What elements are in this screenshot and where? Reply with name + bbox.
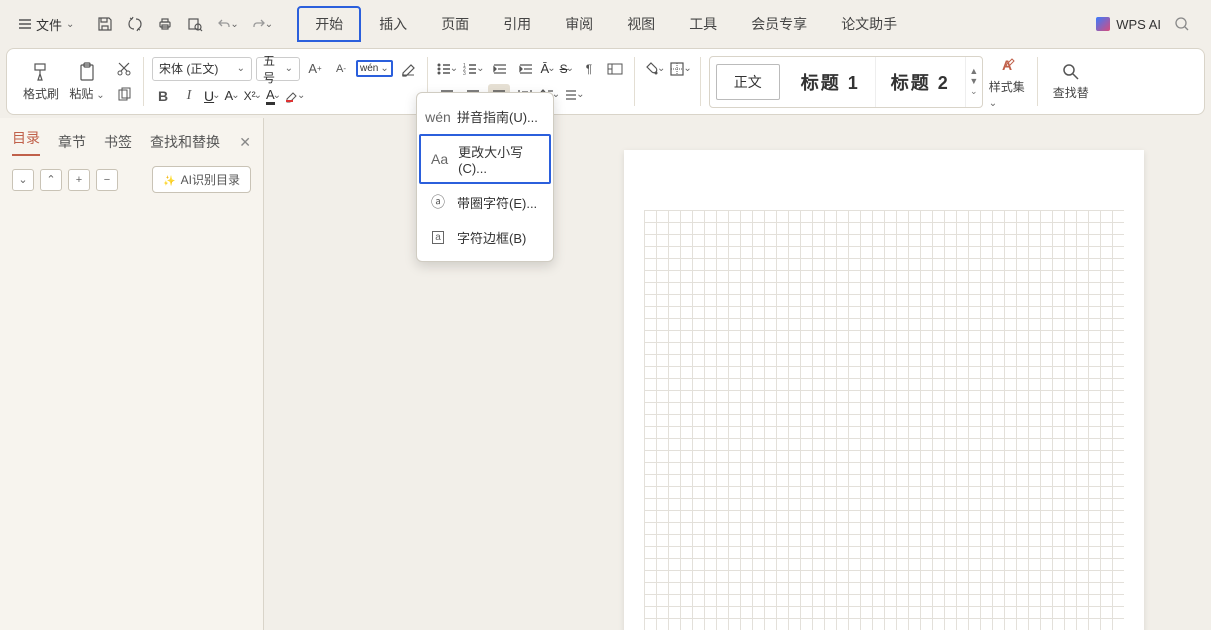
format-painter-icon — [31, 61, 51, 83]
paste-icon — [77, 61, 97, 83]
hamburger-icon — [18, 17, 32, 31]
wps-ai-button[interactable]: WPS AI — [1096, 17, 1161, 32]
sp-tab-find[interactable]: 查找和替换 — [150, 132, 220, 152]
increase-indent-icon[interactable] — [515, 58, 537, 80]
file-label: 文件 — [36, 15, 62, 34]
bullets-button[interactable]: ⌄ — [436, 62, 458, 76]
collapse-up-button[interactable]: ⌃ — [40, 169, 62, 191]
phonetic-guide-button[interactable]: wén ⌄ — [356, 60, 393, 77]
char-border-icon: a — [429, 231, 447, 244]
svg-text:✨: ✨ — [163, 175, 175, 187]
tab-home[interactable]: 开始 — [297, 6, 361, 42]
tab-reference[interactable]: 引用 — [487, 8, 547, 40]
tab-tools[interactable]: 工具 — [673, 8, 733, 40]
document-area[interactable] — [264, 118, 1211, 630]
shrink-font-icon[interactable]: A- — [330, 58, 352, 80]
font-name-select[interactable]: 宋体 (正文)⌄ — [152, 57, 252, 81]
borders-button[interactable]: ⌄ — [669, 61, 691, 77]
search-icon[interactable] — [1173, 15, 1191, 33]
chevron-down-icon: ⌄ — [285, 63, 293, 74]
shading-button[interactable]: ⌄ — [643, 61, 665, 77]
italic-icon[interactable]: I — [178, 85, 200, 107]
sp-tab-toc[interactable]: 目录 — [12, 128, 40, 156]
cut-icon[interactable] — [113, 58, 135, 80]
gallery-scroll[interactable]: ▲▼⌄ — [966, 66, 982, 97]
sp-tab-chapter[interactable]: 章节 — [58, 132, 86, 152]
layout-icon[interactable] — [604, 58, 626, 80]
style-set-button[interactable]: A 样式集 ⌄ — [989, 54, 1029, 109]
tab-view[interactable]: 视图 — [611, 8, 671, 40]
styles-gallery[interactable]: 正文 标题 1 标题 2 ▲▼⌄ — [709, 56, 983, 108]
format-painter-button[interactable]: 格式刷 — [21, 61, 61, 102]
style-h2[interactable]: 标题 2 — [876, 57, 966, 107]
chevron-down-icon[interactable]: ⌄ — [230, 19, 238, 30]
print-preview-icon[interactable] — [186, 15, 204, 33]
underline-button[interactable]: U⌄ — [204, 88, 221, 104]
pinyin-icon: wén — [429, 109, 447, 125]
menu-char-border[interactable]: a 字符边框(B) — [417, 220, 553, 255]
ai-icon: ✨ — [163, 173, 177, 187]
menu-change-case[interactable]: Aa 更改大小写(C)... — [419, 134, 551, 184]
style-h1[interactable]: 标题 1 — [786, 57, 876, 107]
svg-text:3: 3 — [463, 71, 466, 76]
add-button[interactable]: + — [68, 169, 90, 191]
style-set-icon: A — [999, 54, 1019, 76]
font-color-button[interactable]: A⌄ — [266, 87, 281, 105]
phonetic-icon: wén — [360, 63, 378, 74]
paragraph-mark-icon[interactable]: ¶ — [578, 58, 600, 80]
file-menu[interactable]: 文件 ⌄ — [10, 11, 82, 38]
save-icon[interactable] — [96, 15, 114, 33]
navigation-panel: 目录 章节 书签 查找和替换 ✕ ⌄ ⌃ + − ✨ AI识别目录 — [0, 118, 264, 630]
tab-insert[interactable]: 插入 — [363, 8, 423, 40]
tab-thesis[interactable]: 论文助手 — [825, 8, 913, 40]
print-icon[interactable] — [156, 15, 174, 33]
phonetic-dropdown: wén 拼音指南(U)... Aa 更改大小写(C)... ⓐ 带圈字符(E).… — [416, 92, 554, 262]
grid-background — [644, 210, 1124, 630]
undo-button[interactable]: ⌄ — [216, 16, 238, 32]
font-size-select[interactable]: 五号⌄ — [256, 57, 300, 81]
enclose-icon: ⓐ — [429, 192, 447, 212]
tab-page[interactable]: 页面 — [425, 8, 485, 40]
close-icon[interactable]: ✕ — [239, 134, 251, 151]
paste-button[interactable]: 粘贴 ⌄ — [67, 61, 107, 102]
wps-ai-icon — [1096, 17, 1110, 31]
menu-enclose-chars[interactable]: ⓐ 带圈字符(E)... — [417, 184, 553, 220]
clear-format-icon[interactable] — [397, 58, 419, 80]
superscript-button[interactable]: X²⌄ — [244, 89, 262, 103]
search-icon — [1061, 62, 1081, 82]
remove-button[interactable]: − — [96, 169, 118, 191]
tab-review[interactable]: 审阅 — [549, 8, 609, 40]
sp-tab-bookmark[interactable]: 书签 — [104, 132, 132, 152]
asian-layout-button[interactable]: S⌄ — [560, 62, 574, 76]
bold-icon[interactable]: B — [152, 85, 174, 107]
decrease-indent-icon[interactable] — [489, 58, 511, 80]
style-body[interactable]: 正文 — [716, 64, 780, 100]
tab-settings-button[interactable]: ⌄ — [564, 88, 584, 102]
ai-toc-button[interactable]: ✨ AI识别目录 — [152, 166, 251, 193]
text-effects-button[interactable]: Ā⌄ — [541, 61, 556, 76]
chevron-down-icon[interactable]: ⌄ — [265, 19, 273, 30]
ribbon-tabs: 开始 插入 页面 引用 审阅 视图 工具 会员专享 论文助手 — [297, 6, 913, 42]
page[interactable] — [624, 150, 1144, 630]
highlight-button[interactable]: ⌄ — [285, 89, 305, 103]
expand-down-button[interactable]: ⌄ — [12, 169, 34, 191]
numbering-button[interactable]: 123⌄ — [462, 62, 484, 76]
strikethrough-button[interactable]: A⌄ — [225, 88, 240, 103]
tab-member[interactable]: 会员专享 — [735, 8, 823, 40]
copy-icon[interactable] — [113, 84, 135, 106]
redo-button[interactable]: ⌄ — [251, 16, 273, 32]
chevron-down-icon: ⌄ — [66, 19, 74, 30]
chevron-down-icon: ⌄ — [380, 63, 388, 74]
find-replace-button[interactable]: 查找替 — [1046, 62, 1096, 101]
sync-icon[interactable] — [126, 15, 144, 33]
grow-font-icon[interactable]: A+ — [304, 58, 326, 80]
menu-pinyin-guide[interactable]: wén 拼音指南(U)... — [417, 99, 553, 134]
chevron-down-icon: ⌄ — [237, 63, 245, 74]
change-case-icon: Aa — [431, 151, 448, 167]
